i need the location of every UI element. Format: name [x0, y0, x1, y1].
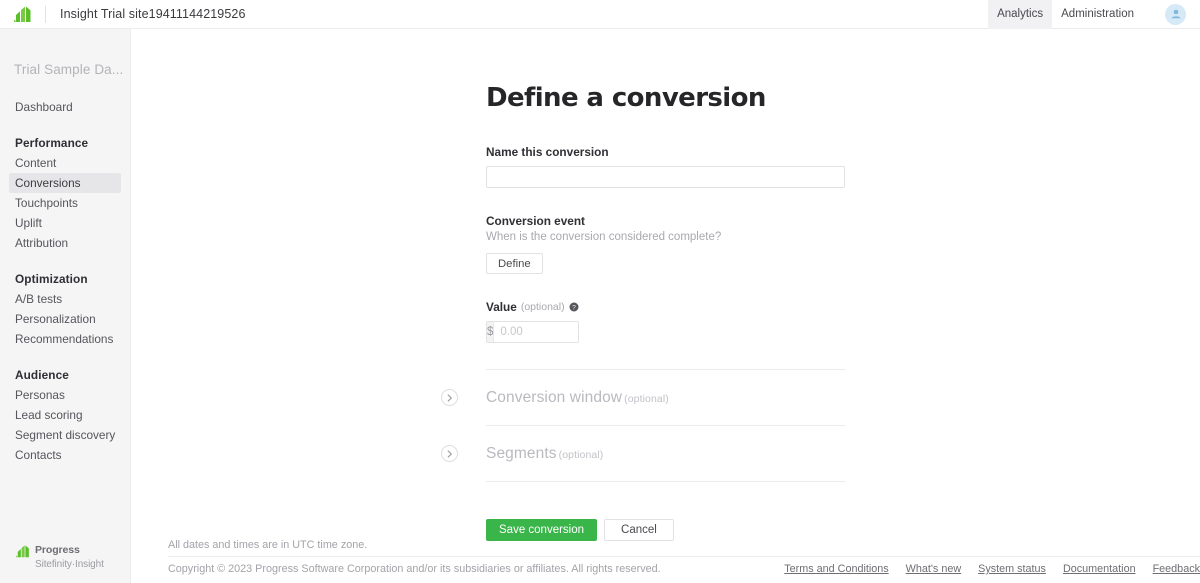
- site-title: Insight Trial site19411144219526: [60, 7, 246, 21]
- top-nav-analytics[interactable]: Analytics: [988, 0, 1053, 29]
- value-label-row: Value (optional) ?: [486, 300, 846, 314]
- sidebar-item-ab-tests[interactable]: A/B tests: [9, 289, 121, 309]
- avatar-container: [1143, 0, 1200, 29]
- value-input[interactable]: [494, 322, 578, 342]
- progress-logo-icon: [16, 545, 31, 558]
- footer: Copyright © 2023 Progress Software Corpo…: [168, 563, 1200, 575]
- sidebar-item-lead-scoring[interactable]: Lead scoring: [9, 405, 121, 425]
- footer-link-documentation[interactable]: Documentation: [1063, 563, 1136, 575]
- top-navigation: Analytics Administration: [988, 0, 1200, 29]
- sidebar-logo-primary: Progress: [35, 544, 80, 557]
- sidebar-logo-text: Progress Sitefinity·Insight: [35, 544, 104, 571]
- sidebar-item-personas[interactable]: Personas: [9, 385, 121, 405]
- footer-links: Terms and Conditions What's new System s…: [784, 563, 1200, 575]
- currency-symbol: $: [487, 322, 495, 342]
- progress-logo-icon[interactable]: [12, 4, 34, 24]
- sidebar-item-segment-discovery[interactable]: Segment discovery: [9, 425, 121, 445]
- conversion-event-label: Conversion event: [486, 214, 585, 228]
- segments-toggle[interactable]: [441, 445, 458, 462]
- sidebar-item-contacts[interactable]: Contacts: [9, 445, 121, 465]
- sidebar-item-personalization[interactable]: Personalization: [9, 309, 121, 329]
- sidebar-nav: Dashboard Performance Content Conversion…: [0, 97, 130, 465]
- sidebar-item-dashboard[interactable]: Dashboard: [9, 97, 121, 117]
- chevron-right-icon: [447, 449, 452, 458]
- footer-link-system-status[interactable]: System status: [978, 563, 1046, 575]
- sidebar-item-content[interactable]: Content: [9, 153, 121, 173]
- conversion-window-section[interactable]: Conversion window (optional): [441, 370, 846, 425]
- conversion-window-optional: (optional): [624, 392, 669, 405]
- sidebar-item-attribution[interactable]: Attribution: [9, 233, 121, 253]
- value-optional-tag: (optional): [520, 301, 565, 313]
- value-label: Value: [486, 300, 517, 314]
- segments-label: Segments: [486, 444, 557, 462]
- footer-divider: [168, 556, 1200, 557]
- section-divider-bottom: [486, 481, 845, 482]
- save-conversion-button[interactable]: Save conversion: [486, 519, 598, 541]
- sidebar-group-audience: Audience: [15, 368, 69, 382]
- timezone-note: All dates and times are in UTC time zone…: [168, 539, 368, 551]
- main-content: Define a conversion Name this conversion…: [131, 29, 1200, 583]
- sidebar-item-uplift[interactable]: Uplift: [9, 213, 121, 233]
- form-actions: Save conversion Cancel: [486, 519, 846, 541]
- help-circle-icon[interactable]: ?: [569, 302, 579, 312]
- define-button[interactable]: Define: [486, 253, 543, 274]
- avatar[interactable]: [1165, 3, 1186, 25]
- name-input[interactable]: [486, 166, 845, 188]
- copyright-text: Copyright © 2023 Progress Software Corpo…: [168, 563, 661, 575]
- footer-link-whats-new[interactable]: What's new: [906, 563, 961, 575]
- conversion-window-toggle[interactable]: [441, 389, 458, 406]
- brand-divider: [45, 5, 46, 23]
- sidebar-logo-secondary: Sitefinity·Insight: [35, 558, 104, 570]
- sidebar-item-conversions[interactable]: Conversions: [9, 173, 121, 193]
- sidebar: Trial Sample Da... Dashboard Performance…: [0, 29, 131, 583]
- segments-optional: (optional): [558, 448, 604, 461]
- conversion-event-hint: When is the conversion considered comple…: [486, 231, 722, 243]
- sidebar-product-logo: Progress Sitefinity·Insight: [16, 544, 104, 571]
- value-input-group: $: [486, 321, 579, 343]
- top-nav-administration[interactable]: Administration: [1052, 0, 1143, 29]
- conversion-form: Define a conversion Name this conversion…: [441, 83, 846, 541]
- segments-section[interactable]: Segments (optional): [441, 426, 846, 481]
- page-title: Define a conversion: [486, 83, 766, 113]
- cancel-button[interactable]: Cancel: [604, 519, 674, 541]
- footer-link-feedback[interactable]: Feedback: [1153, 563, 1200, 575]
- conversion-window-label: Conversion window: [486, 388, 623, 406]
- sidebar-item-recommendations[interactable]: Recommendations: [9, 329, 121, 349]
- sidebar-group-optimization: Optimization: [15, 272, 88, 286]
- user-avatar-icon: [1171, 9, 1180, 19]
- conversion-window-title: Conversion window (optional): [486, 389, 669, 407]
- name-field-label: Name this conversion: [486, 145, 609, 159]
- svg-text:?: ?: [572, 305, 576, 312]
- footer-link-terms[interactable]: Terms and Conditions: [784, 563, 888, 575]
- sidebar-item-touchpoints[interactable]: Touchpoints: [9, 193, 121, 213]
- sidebar-site-name: Trial Sample Da...: [14, 62, 124, 77]
- chevron-right-icon: [447, 393, 452, 402]
- segments-title: Segments (optional): [486, 445, 603, 463]
- sidebar-group-performance: Performance: [15, 136, 89, 150]
- top-bar: Insight Trial site19411144219526 Analyti…: [0, 0, 1200, 29]
